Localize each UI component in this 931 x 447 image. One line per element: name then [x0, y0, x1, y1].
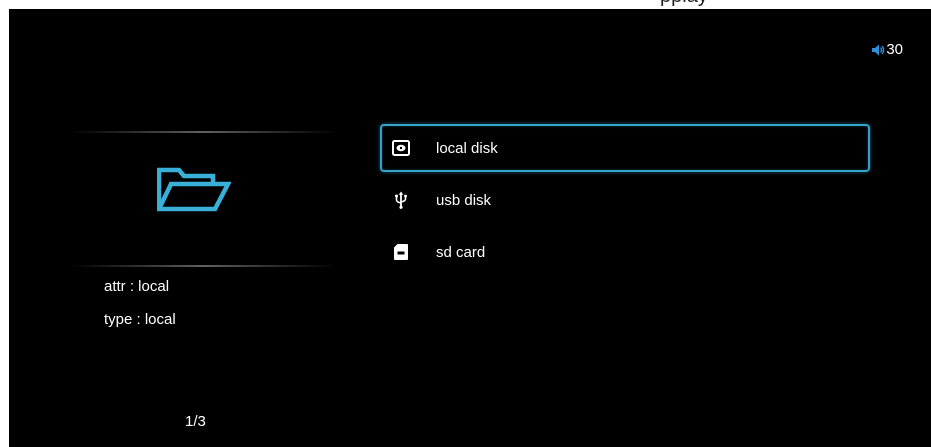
type-info: type : local	[104, 311, 176, 328]
media-player-screen: 30 attr : local type : local 1/3 local d…	[9, 9, 931, 447]
menu-item-label: local disk	[436, 139, 498, 157]
menu-item-sd-card[interactable]: sd card	[380, 228, 870, 276]
volume-value: 30	[886, 41, 903, 58]
menu-item-label: sd card	[436, 243, 486, 261]
top-caption-strip: pplay	[0, 0, 931, 9]
speaker-icon	[871, 43, 885, 57]
divider-bottom	[71, 265, 337, 267]
divider-top	[71, 131, 337, 133]
folder-open-icon	[155, 165, 232, 220]
attr-info: attr : local	[104, 278, 170, 295]
usb-icon	[391, 190, 411, 210]
hard-disk-icon	[391, 138, 411, 158]
volume-indicator: 30	[871, 41, 903, 58]
menu-item-local-disk[interactable]: local disk	[380, 124, 870, 172]
top-caption-text: pplay	[660, 0, 708, 8]
page-indicator: 1/3	[185, 413, 206, 430]
menu-item-label: usb disk	[436, 191, 492, 209]
storage-menu: local disk usb disk sd card	[380, 124, 870, 280]
menu-item-usb-disk[interactable]: usb disk	[380, 176, 870, 224]
sd-card-icon	[391, 242, 411, 262]
